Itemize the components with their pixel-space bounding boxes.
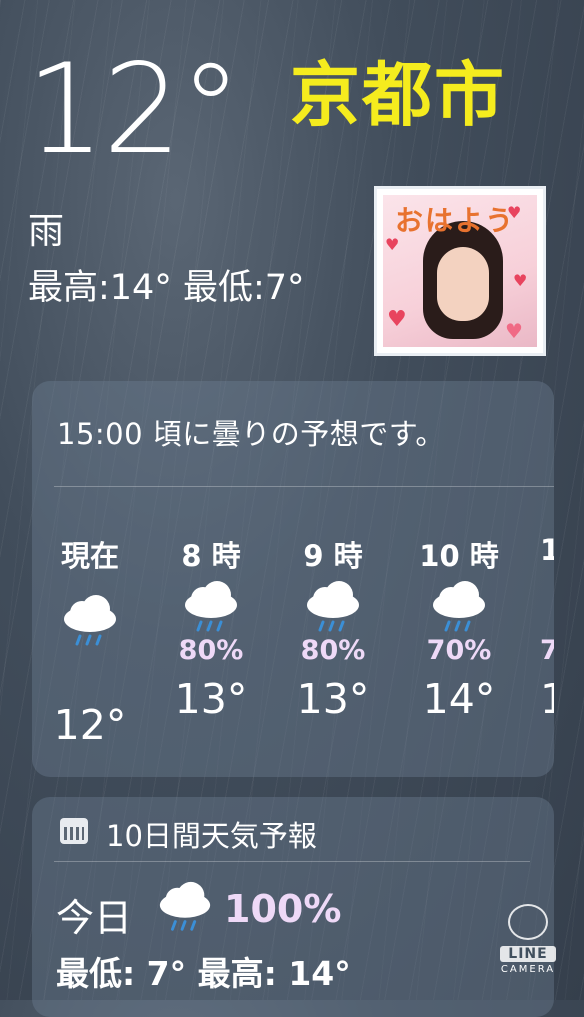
- hour-label: 現在: [60, 539, 119, 573]
- hour-label: 1: [540, 533, 554, 567]
- hour-column: 10 時 70% 14°: [394, 533, 524, 723]
- divider: [54, 861, 530, 862]
- heart-icon: ♥: [507, 203, 522, 222]
- daily-forecast-title: 10日間天気予報: [106, 819, 317, 853]
- photo-sticker: おはよう ♥ ♥ ♥ ♥ ♥: [374, 186, 546, 356]
- hour-label: 8 時: [181, 539, 241, 573]
- rain-cloud-icon: [268, 581, 398, 632]
- rain-cloud-icon: [25, 595, 155, 655]
- today-precip-chance: 100%: [224, 887, 342, 931]
- rain-cloud-icon: [146, 581, 276, 632]
- watermark-camera: CAMERA: [500, 964, 556, 975]
- hour-column: 8 時 80% 13°: [146, 533, 276, 723]
- sticker-face: [437, 247, 489, 321]
- bear-icon: [508, 904, 548, 940]
- today-label: 今日: [56, 896, 133, 940]
- rain-cloud-icon: [516, 581, 554, 629]
- calendar-icon: [60, 818, 88, 844]
- hour-column: 1 7 1: [516, 533, 554, 723]
- hour-column: 9 時 80% 13°: [268, 533, 398, 723]
- hour-column: 現在 12°: [25, 533, 155, 749]
- condition-text: 雨: [28, 211, 65, 252]
- forecast-summary: 15:00 頃に曇りの予想です。: [57, 417, 445, 451]
- sticker-greeting: おはよう: [395, 204, 516, 237]
- hour-temperature: 12°: [53, 701, 127, 749]
- daily-forecast-card[interactable]: 10日間天気予報 今日 100% 最低: 7° 最高: 14°: [32, 797, 554, 1017]
- hour-label: 9 時: [303, 539, 363, 573]
- precip-chance: 7: [540, 635, 554, 666]
- divider: [54, 486, 554, 487]
- watermark-line: LINE: [500, 946, 556, 962]
- today-high-low: 最低: 7° 最高: 14°: [56, 954, 351, 993]
- precip-chance: 80%: [178, 635, 244, 666]
- hour-temperature: 13°: [296, 675, 370, 723]
- rain-cloud-icon: [156, 881, 214, 941]
- precip-chance: 80%: [300, 635, 366, 666]
- sticker-photo: おはよう ♥ ♥ ♥ ♥ ♥: [383, 195, 537, 347]
- hour-temperature: 14°: [422, 675, 496, 723]
- city-name: 京都市: [290, 54, 506, 136]
- heart-icon: ♥: [513, 271, 528, 290]
- hour-temperature: 13°: [174, 675, 248, 723]
- line-camera-watermark: LINE CAMERA: [488, 904, 568, 986]
- heart-icon: ♥: [505, 319, 523, 343]
- rain-cloud-icon: [394, 581, 524, 632]
- heart-icon: ♥: [387, 307, 407, 332]
- heart-icon: ♥: [385, 235, 400, 254]
- hour-label: 10 時: [419, 539, 499, 573]
- current-temperature: 12°: [26, 38, 242, 182]
- hourly-forecast-card[interactable]: 15:00 頃に曇りの予想です。 現在 12° 8 時 80% 13° 9 時 …: [32, 381, 554, 777]
- high-low-text: 最高:14° 最低:7°: [28, 268, 305, 308]
- hour-temperature: 1: [540, 675, 554, 723]
- precip-chance: 70%: [426, 635, 492, 666]
- precip-chance: [25, 661, 155, 695]
